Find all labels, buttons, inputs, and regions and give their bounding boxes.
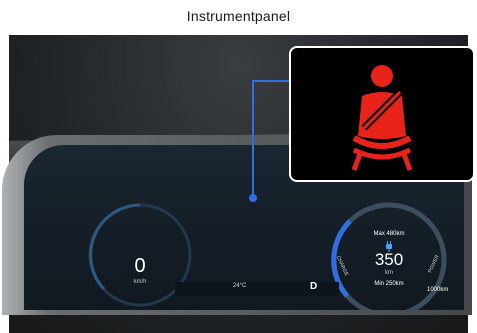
- max-range-label: Max 480km: [373, 231, 405, 237]
- callout-leader-vertical: [252, 80, 254, 198]
- range-unit: km: [385, 270, 393, 276]
- callout-leader-horizontal: [252, 80, 290, 82]
- min-range-label: Min 250km: [374, 281, 404, 287]
- callout-anchor-dot: [249, 194, 257, 202]
- status-bar: 24°C D: [175, 281, 339, 296]
- page-title: Instrumentpanel: [186, 8, 291, 24]
- speed-value: 0: [134, 255, 146, 277]
- warning-light-callout: [289, 46, 475, 182]
- outside-temperature: 24°C: [233, 283, 247, 289]
- gear-indicator: D: [310, 281, 318, 292]
- range-gauge: Max 480km 350 km Min 250km CHARGE POWER: [330, 201, 448, 310]
- seat-belt-warning-icon: [351, 65, 413, 171]
- odometer: 1000km: [427, 287, 449, 293]
- range-value: 350: [374, 250, 404, 269]
